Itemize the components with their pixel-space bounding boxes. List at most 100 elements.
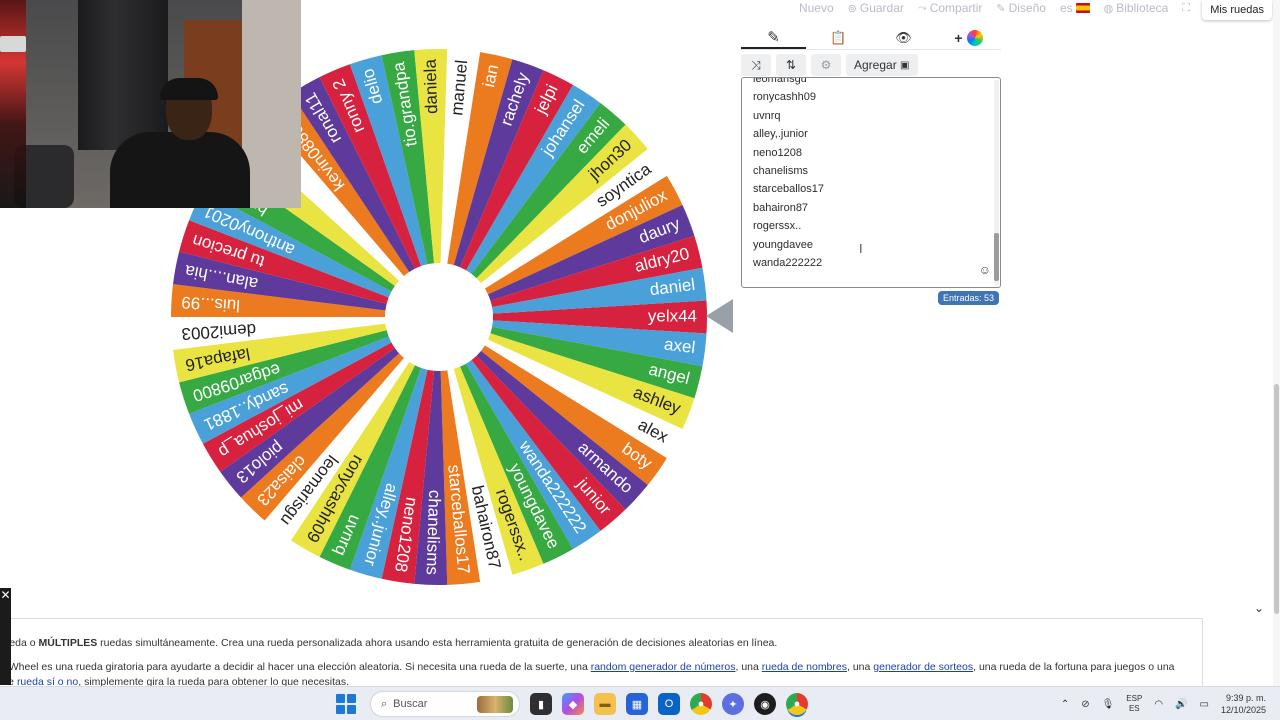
link-raffle-generator[interactable]: generador de sorteos xyxy=(873,661,973,673)
nav-new[interactable]: Nuevo xyxy=(799,1,834,15)
link-yes-no-wheel[interactable]: rueda sí o no xyxy=(17,676,78,686)
webcam-overlay xyxy=(0,0,301,208)
description-section: rueda o MÚLTIPLES ruedas simultáneamente… xyxy=(0,618,1203,686)
entry-line[interactable]: wanda222222 xyxy=(753,254,824,272)
nav-new-label: Nuevo xyxy=(798,1,834,15)
page-scrollbar[interactable] xyxy=(1273,0,1280,686)
wheel-segment-label: daniela xyxy=(421,58,442,114)
sort-icon: ⇅ xyxy=(785,58,797,72)
language-indicator[interactable]: ESP ES xyxy=(1126,694,1142,714)
volume-icon[interactable]: 🔊 xyxy=(1175,699,1187,710)
my-wheels-button[interactable]: Mis ruedas xyxy=(1202,0,1272,20)
wheel-pointer xyxy=(706,299,733,333)
description-line-1: rueda o MÚLTIPLES ruedas simultáneamente… xyxy=(0,637,778,649)
share-icon: ⤳ xyxy=(917,1,927,14)
entry-line[interactable]: bahairon87 xyxy=(753,199,824,217)
network-off-icon[interactable]: ⊘ xyxy=(1081,699,1089,710)
link-name-wheel[interactable]: rueda de nombres xyxy=(762,661,847,673)
nav-share-label: Compartir xyxy=(929,1,983,15)
nav-fullscreen[interactable]: ⛶ xyxy=(1182,2,1190,15)
color-wheel-icon xyxy=(966,29,983,46)
tab-results[interactable]: 📋 xyxy=(806,26,871,49)
description-line-3: ble rueda sí o no, simplemente gira la r… xyxy=(0,676,350,686)
entries-count-badge: Entradas: 53 xyxy=(937,291,999,305)
flag-es-icon xyxy=(1075,3,1090,13)
wifi-icon[interactable]: ◠ xyxy=(1154,699,1163,710)
outlook-icon[interactable]: O xyxy=(658,693,680,715)
chrome-active-icon[interactable]: ● xyxy=(786,693,808,715)
entry-line[interactable]: uvnrq xyxy=(753,107,824,125)
store-icon[interactable]: ▦ xyxy=(626,693,648,715)
close-icon[interactable]: ✕ xyxy=(0,588,11,685)
search-highlight-image xyxy=(477,696,513,713)
windows-start-icon[interactable] xyxy=(336,694,356,714)
save-icon: ⊚ xyxy=(847,2,857,15)
panel-tabs: ✎ 📋 👁 + xyxy=(741,26,1001,50)
nav-library[interactable]: ◍ Biblioteca xyxy=(1104,1,1169,15)
entry-line[interactable]: alley,.junior xyxy=(753,125,824,143)
entries-scrollbar-thumb[interactable] xyxy=(994,233,999,281)
taskbar-search[interactable]: ⌕ Buscar xyxy=(370,691,520,717)
app-icon[interactable]: ✦ xyxy=(722,693,744,715)
wheel-center-hub[interactable] xyxy=(385,263,493,371)
shuffle-button[interactable]: ⤨ xyxy=(741,54,771,76)
eye-off-icon: 👁 xyxy=(895,29,912,45)
top-navigation: Nuevo ⊚ Guardar ⤳ Compartir ✎ Diseño es ◍ Bi… xyxy=(300,0,1280,16)
copilot-icon[interactable]: ◆ xyxy=(562,693,584,715)
obs-icon[interactable]: ◉ xyxy=(754,693,776,715)
wheel-segment-label: axel xyxy=(663,334,696,357)
clock[interactable]: 9:39 p. m. 12/10/2025 xyxy=(1221,692,1266,716)
entry-line[interactable]: ronycashh09 xyxy=(753,88,824,106)
shuffle-icon: ⤨ xyxy=(751,57,761,72)
sort-button[interactable]: ⇅ xyxy=(776,54,806,76)
description-line-2: e Wheel es una rueda giratoria para ayud… xyxy=(0,661,1175,673)
app-root: Nuevo ⊚ Guardar ⤳ Compartir ✎ Diseño es ◍ Bi… xyxy=(0,0,1280,720)
settings-icon: ⚙ xyxy=(820,58,832,72)
link-number-generator[interactable]: random generador de números xyxy=(591,661,736,673)
advanced-button[interactable]: ⚙ xyxy=(811,54,841,76)
system-tray: ⌃ ⊘ 🎙 ESP ES ◠ 🔊 ▭ 9:39 p. m. 12/10/2025 xyxy=(1061,687,1266,720)
tab-hide[interactable]: 👁 xyxy=(871,26,936,49)
add-image-button[interactable]: Agregar ▣ xyxy=(846,54,918,76)
microphone-icon[interactable]: 🎙 xyxy=(1102,699,1115,710)
tab-new-wheel[interactable]: + xyxy=(936,26,1001,49)
brush-icon: ✎ xyxy=(996,2,1006,15)
entry-line[interactable]: rogerssx.. xyxy=(753,217,824,235)
entry-line[interactable]: leomarisgu xyxy=(753,78,824,88)
nav-save[interactable]: ⊚ Guardar xyxy=(848,1,904,15)
task-view-icon[interactable]: ▮ xyxy=(530,693,552,715)
entry-line[interactable]: chanelisms xyxy=(753,162,824,180)
text-cursor-icon: I xyxy=(859,241,863,256)
entry-line[interactable]: youngdavee xyxy=(753,236,824,254)
chrome-icon[interactable]: ● xyxy=(690,693,712,715)
nav-save-label: Guardar xyxy=(859,1,904,15)
pencil-icon: ✎ xyxy=(767,28,780,46)
emoji-icon[interactable]: ☺ xyxy=(979,263,991,277)
wheel-segment-label: luis...99 xyxy=(181,293,241,316)
clipboard-icon: 📋 xyxy=(830,29,847,45)
nav-design-label: Diseño xyxy=(1008,1,1046,15)
chevron-up-icon[interactable]: ⌃ xyxy=(1061,699,1069,710)
entry-line[interactable]: neno1208 xyxy=(753,144,824,162)
page-scrollbar-thumb[interactable] xyxy=(1274,384,1279,614)
chevron-down-icon[interactable]: ⌄ xyxy=(1254,601,1264,615)
entries-panel: ✎ 📋 👁 + ⤨ ⇅ ⚙ Agregar ▣ leomarisgu ronyca… xyxy=(741,26,1001,305)
battery-icon[interactable]: ▭ xyxy=(1200,699,1209,710)
tab-edit[interactable]: ✎ xyxy=(741,26,806,49)
entries-textarea[interactable]: leomarisgu ronycashh09 uvnrq alley,.junior n… xyxy=(741,77,1001,288)
wheel-segment-label: chanelisms xyxy=(423,490,445,576)
fullscreen-icon: ⛶ xyxy=(1182,1,1190,14)
file-explorer-icon[interactable]: ▬ xyxy=(594,693,616,715)
nav-share[interactable]: ⤳ Compartir xyxy=(918,1,983,15)
nav-language[interactable]: es xyxy=(1060,1,1090,15)
nav-design[interactable]: ✎ Diseño xyxy=(996,1,1046,15)
nav-library-label: Biblioteca xyxy=(1116,1,1169,15)
add-image-label: Agregar xyxy=(854,58,897,72)
image-icon: ▣ xyxy=(900,59,910,71)
globe-icon: ◍ xyxy=(1103,2,1114,15)
wheel-segment-label: yelx44 xyxy=(648,306,697,325)
search-icon: ⌕ xyxy=(381,697,388,710)
entries-toolbar: ⤨ ⇅ ⚙ Agregar ▣ xyxy=(741,54,1001,76)
entry-line[interactable]: starceballos17 xyxy=(753,180,824,198)
nav-language-label: es xyxy=(1059,1,1073,15)
